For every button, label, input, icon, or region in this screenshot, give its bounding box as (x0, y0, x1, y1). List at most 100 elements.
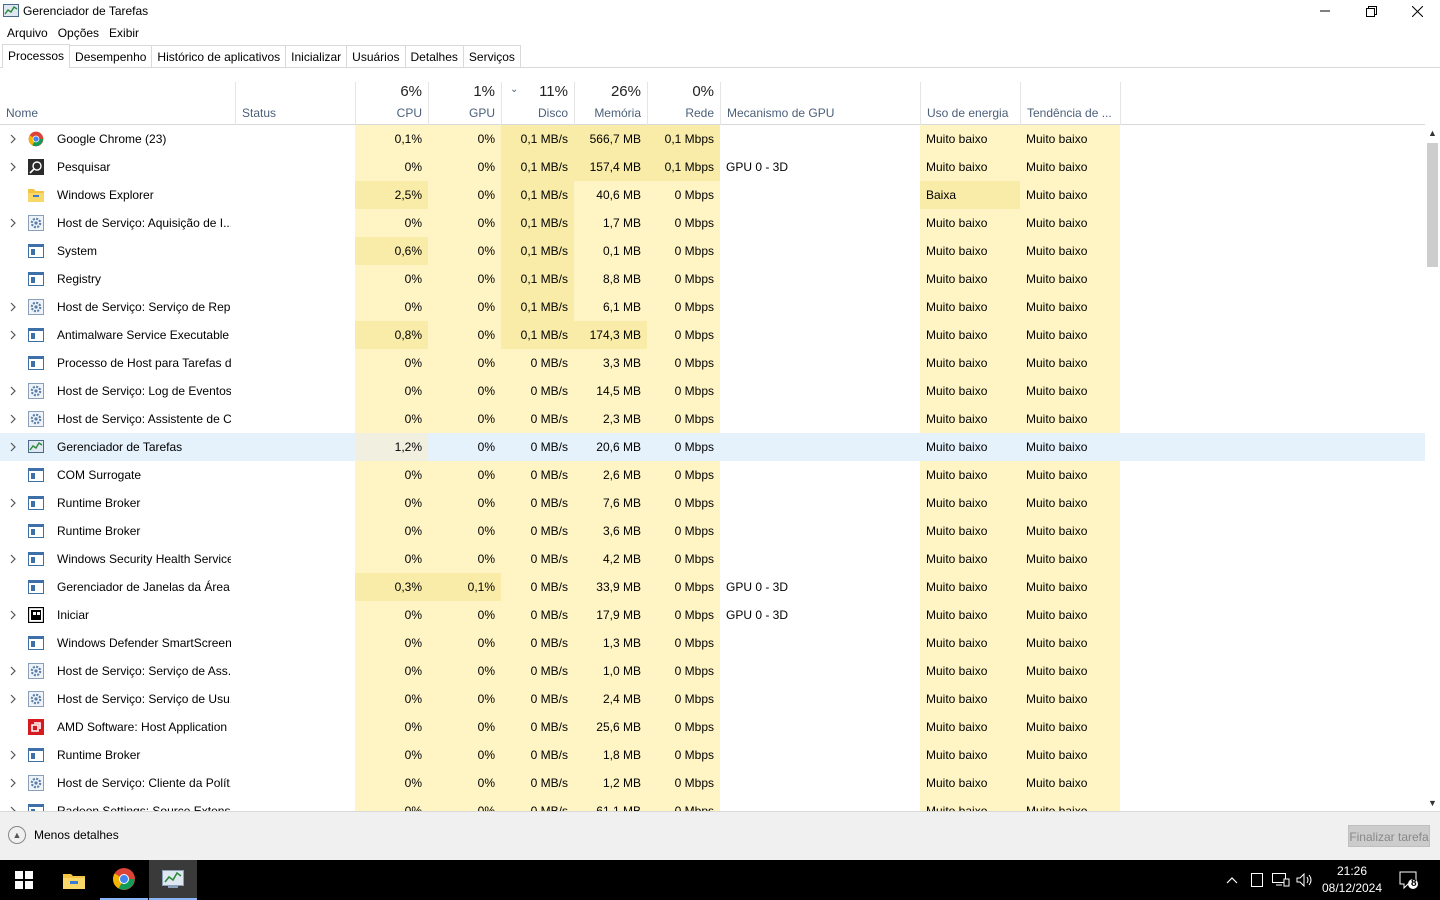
process-cpu: 0,1% (355, 125, 428, 153)
process-name: Gerenciador de Tarefas (57, 440, 183, 454)
process-row[interactable]: COM Surrogate 0% 0% 0 MB/s 2,6 MB 0 Mbps Muito… (0, 461, 1425, 489)
header-gpu-engine[interactable]: Mecanismo de GPU (720, 82, 920, 125)
process-network: 0 Mbps (674, 440, 714, 454)
process-row[interactable]: Processo de Host para Tarefas d... 0% 0% 0 … (0, 349, 1425, 377)
tray-tablet[interactable] (1248, 860, 1266, 900)
tab-detalhes[interactable]: Detalhes (404, 45, 464, 67)
header-status[interactable]: Status (235, 82, 355, 125)
process-power-trend: Muito baixo (1020, 713, 1120, 741)
start-button[interactable] (0, 860, 48, 900)
process-name: Runtime Broker (57, 524, 141, 538)
expand-chevron-icon[interactable] (6, 153, 20, 181)
menu-opcoes[interactable]: Opções (53, 26, 104, 40)
process-row[interactable]: Antimalware Service Executable 0,8% 0% 0,1 … (0, 321, 1425, 349)
process-row[interactable]: Pesquisar 0% 0% 0,1 MB/s 157,4 MB 0,1 Mbps GPU… (0, 153, 1425, 181)
minimize-button[interactable] (1302, 0, 1348, 22)
expand-chevron-icon[interactable] (6, 209, 20, 237)
process-power: Muito baixo (920, 517, 1020, 545)
tab-processos[interactable]: Processos (2, 44, 71, 68)
taskbar-chrome[interactable] (100, 860, 148, 900)
process-network: 0 Mbps (647, 685, 720, 713)
expand-chevron-icon[interactable] (6, 741, 20, 769)
expand-chevron-icon[interactable] (6, 545, 20, 573)
expand-chevron-icon[interactable] (6, 601, 20, 629)
process-memory: 174,3 MB (574, 321, 647, 349)
expand-chevron-icon[interactable] (6, 657, 20, 685)
expand-chevron-icon[interactable] (6, 769, 20, 797)
expand-chevron-icon[interactable] (6, 321, 20, 349)
tab-inicializar[interactable]: Inicializar (285, 45, 348, 67)
process-cpu: 0% (355, 377, 428, 405)
process-row[interactable]: Windows Explorer 2,5% 0% 0,1 MB/s 40,6 MB 0 M… (0, 181, 1425, 209)
expand-chevron-icon[interactable] (6, 293, 20, 321)
header-power-trend[interactable]: Tendência de ... (1020, 82, 1120, 125)
expand-chevron-icon[interactable] (6, 405, 20, 433)
taskbar-clock[interactable]: 21:26 08/12/2024 (1318, 863, 1386, 897)
process-row[interactable]: Iniciar 0% 0% 0 MB/s 17,9 MB 0 Mbps GPU 0 - 3D… (0, 601, 1425, 629)
process-row[interactable]: System 0,6% 0% 0,1 MB/s 0,1 MB 0 Mbps Muito ba… (0, 237, 1425, 265)
tab-usuarios[interactable]: Usuários (346, 45, 406, 67)
process-row[interactable]: Host de Serviço: Serviço de Rep... 0% 0% 0,… (0, 293, 1425, 321)
process-row[interactable]: Host de Serviço: Serviço de Ass... 0% 0% 0 … (0, 657, 1425, 685)
process-power-trend: Muito baixo (1020, 209, 1120, 237)
expand-chevron-icon[interactable] (6, 489, 20, 517)
header-disk[interactable]: ⌄ 11% Disco (501, 82, 574, 125)
expand-chevron-icon[interactable] (6, 433, 20, 461)
window-icon (28, 797, 46, 811)
process-row[interactable]: Runtime Broker 0% 0% 0 MB/s 1,8 MB 0 Mbps Muit… (0, 741, 1425, 769)
close-button[interactable] (1394, 0, 1440, 22)
show-hidden-icons-button[interactable] (1222, 860, 1242, 900)
end-task-button[interactable]: Finalizar tarefa (1348, 825, 1430, 847)
expand-chevron-icon[interactable] (6, 685, 20, 713)
less-details-button[interactable]: ▲ Menos detalhes (8, 826, 119, 844)
process-row[interactable]: Host de Serviço: Serviço de Usu... 0% 0% 0 … (0, 685, 1425, 713)
process-gpu-engine (720, 293, 920, 321)
process-power-trend: Muito baixo (1020, 181, 1120, 209)
process-row[interactable]: Host de Serviço: Log de Eventos... 0% 0% 0 … (0, 377, 1425, 405)
taskbar: 21:26 08/12/2024 8 (0, 860, 1440, 900)
vertical-scrollbar[interactable]: ▲ ▼ (1425, 125, 1440, 811)
header-gpu[interactable]: 1% GPU (428, 82, 501, 125)
menu-exibir[interactable]: Exibir (104, 26, 144, 40)
process-row[interactable]: Host de Serviço: Cliente da Polít... 0% 0%… (0, 769, 1425, 797)
process-disk: 0 MB/s (501, 657, 574, 685)
process-power-trend: Muito baixo (1020, 349, 1120, 377)
process-row[interactable]: Registry 0% 0% 0,1 MB/s 8,8 MB 0 Mbps Muito ba… (0, 265, 1425, 293)
amd-icon (28, 713, 46, 741)
process-gpu: 0% (428, 209, 501, 237)
tab-desempenho[interactable]: Desempenho (69, 45, 153, 67)
taskbar-file-explorer[interactable] (50, 860, 98, 900)
process-row[interactable]: AMD Software: Host Application 0% 0% 0 MB/s… (0, 713, 1425, 741)
process-row[interactable]: Gerenciador de Tarefas 1,2% 0% 0 MB/s 20,6 M… (0, 433, 1425, 461)
process-row[interactable]: Host de Serviço: Assistente de C... 0% 0% 0… (0, 405, 1425, 433)
tab-historico[interactable]: Histórico de aplicativos (151, 45, 287, 67)
process-gpu-engine (720, 209, 920, 237)
header-cpu[interactable]: 6% CPU (355, 82, 428, 125)
expand-chevron-icon[interactable] (6, 797, 20, 811)
menu-arquivo[interactable]: Arquivo (2, 26, 53, 40)
process-row[interactable]: Windows Security Health Service 0% 0% 0 MB/… (0, 545, 1425, 573)
process-row[interactable]: Radeon Settings: Source Extensi... 0% 0% 0 … (0, 797, 1425, 811)
tab-servicos[interactable]: Serviços (462, 45, 521, 67)
taskbar-task-manager[interactable] (149, 860, 197, 900)
process-row[interactable]: Host de Serviço: Aquisição de I... 0% 0% 0,… (0, 209, 1425, 237)
scroll-up-icon[interactable]: ▲ (1425, 125, 1440, 141)
header-name[interactable]: Nome (0, 82, 235, 125)
process-gpu: 0% (428, 769, 501, 797)
tray-volume[interactable] (1294, 860, 1316, 900)
tray-network[interactable] (1270, 860, 1292, 900)
header-memory[interactable]: 26% Memória (574, 82, 647, 125)
process-row[interactable]: Google Chrome (23) 0,1% 0% 0,1 MB/s 566,7 MB… (0, 125, 1425, 153)
restore-button[interactable] (1348, 0, 1394, 22)
header-power[interactable]: Uso de energia (920, 82, 1020, 125)
process-row[interactable]: Runtime Broker 0% 0% 0 MB/s 3,6 MB 0 Mbps Muit… (0, 517, 1425, 545)
expand-chevron-icon[interactable] (6, 125, 20, 153)
process-row[interactable]: Windows Defender SmartScreen 0% 0% 0 MB/s 1,… (0, 629, 1425, 657)
scroll-down-icon[interactable]: ▼ (1425, 795, 1440, 811)
expand-chevron-icon[interactable] (6, 377, 20, 405)
action-center-button[interactable]: 8 (1394, 860, 1424, 900)
process-row[interactable]: Gerenciador de Janelas da Área ... 0,3% 0,… (0, 573, 1425, 601)
process-row[interactable]: Runtime Broker 0% 0% 0 MB/s 7,6 MB 0 Mbps Muit… (0, 489, 1425, 517)
scroll-thumb[interactable] (1427, 143, 1438, 267)
header-network[interactable]: 0% Rede (647, 82, 720, 125)
